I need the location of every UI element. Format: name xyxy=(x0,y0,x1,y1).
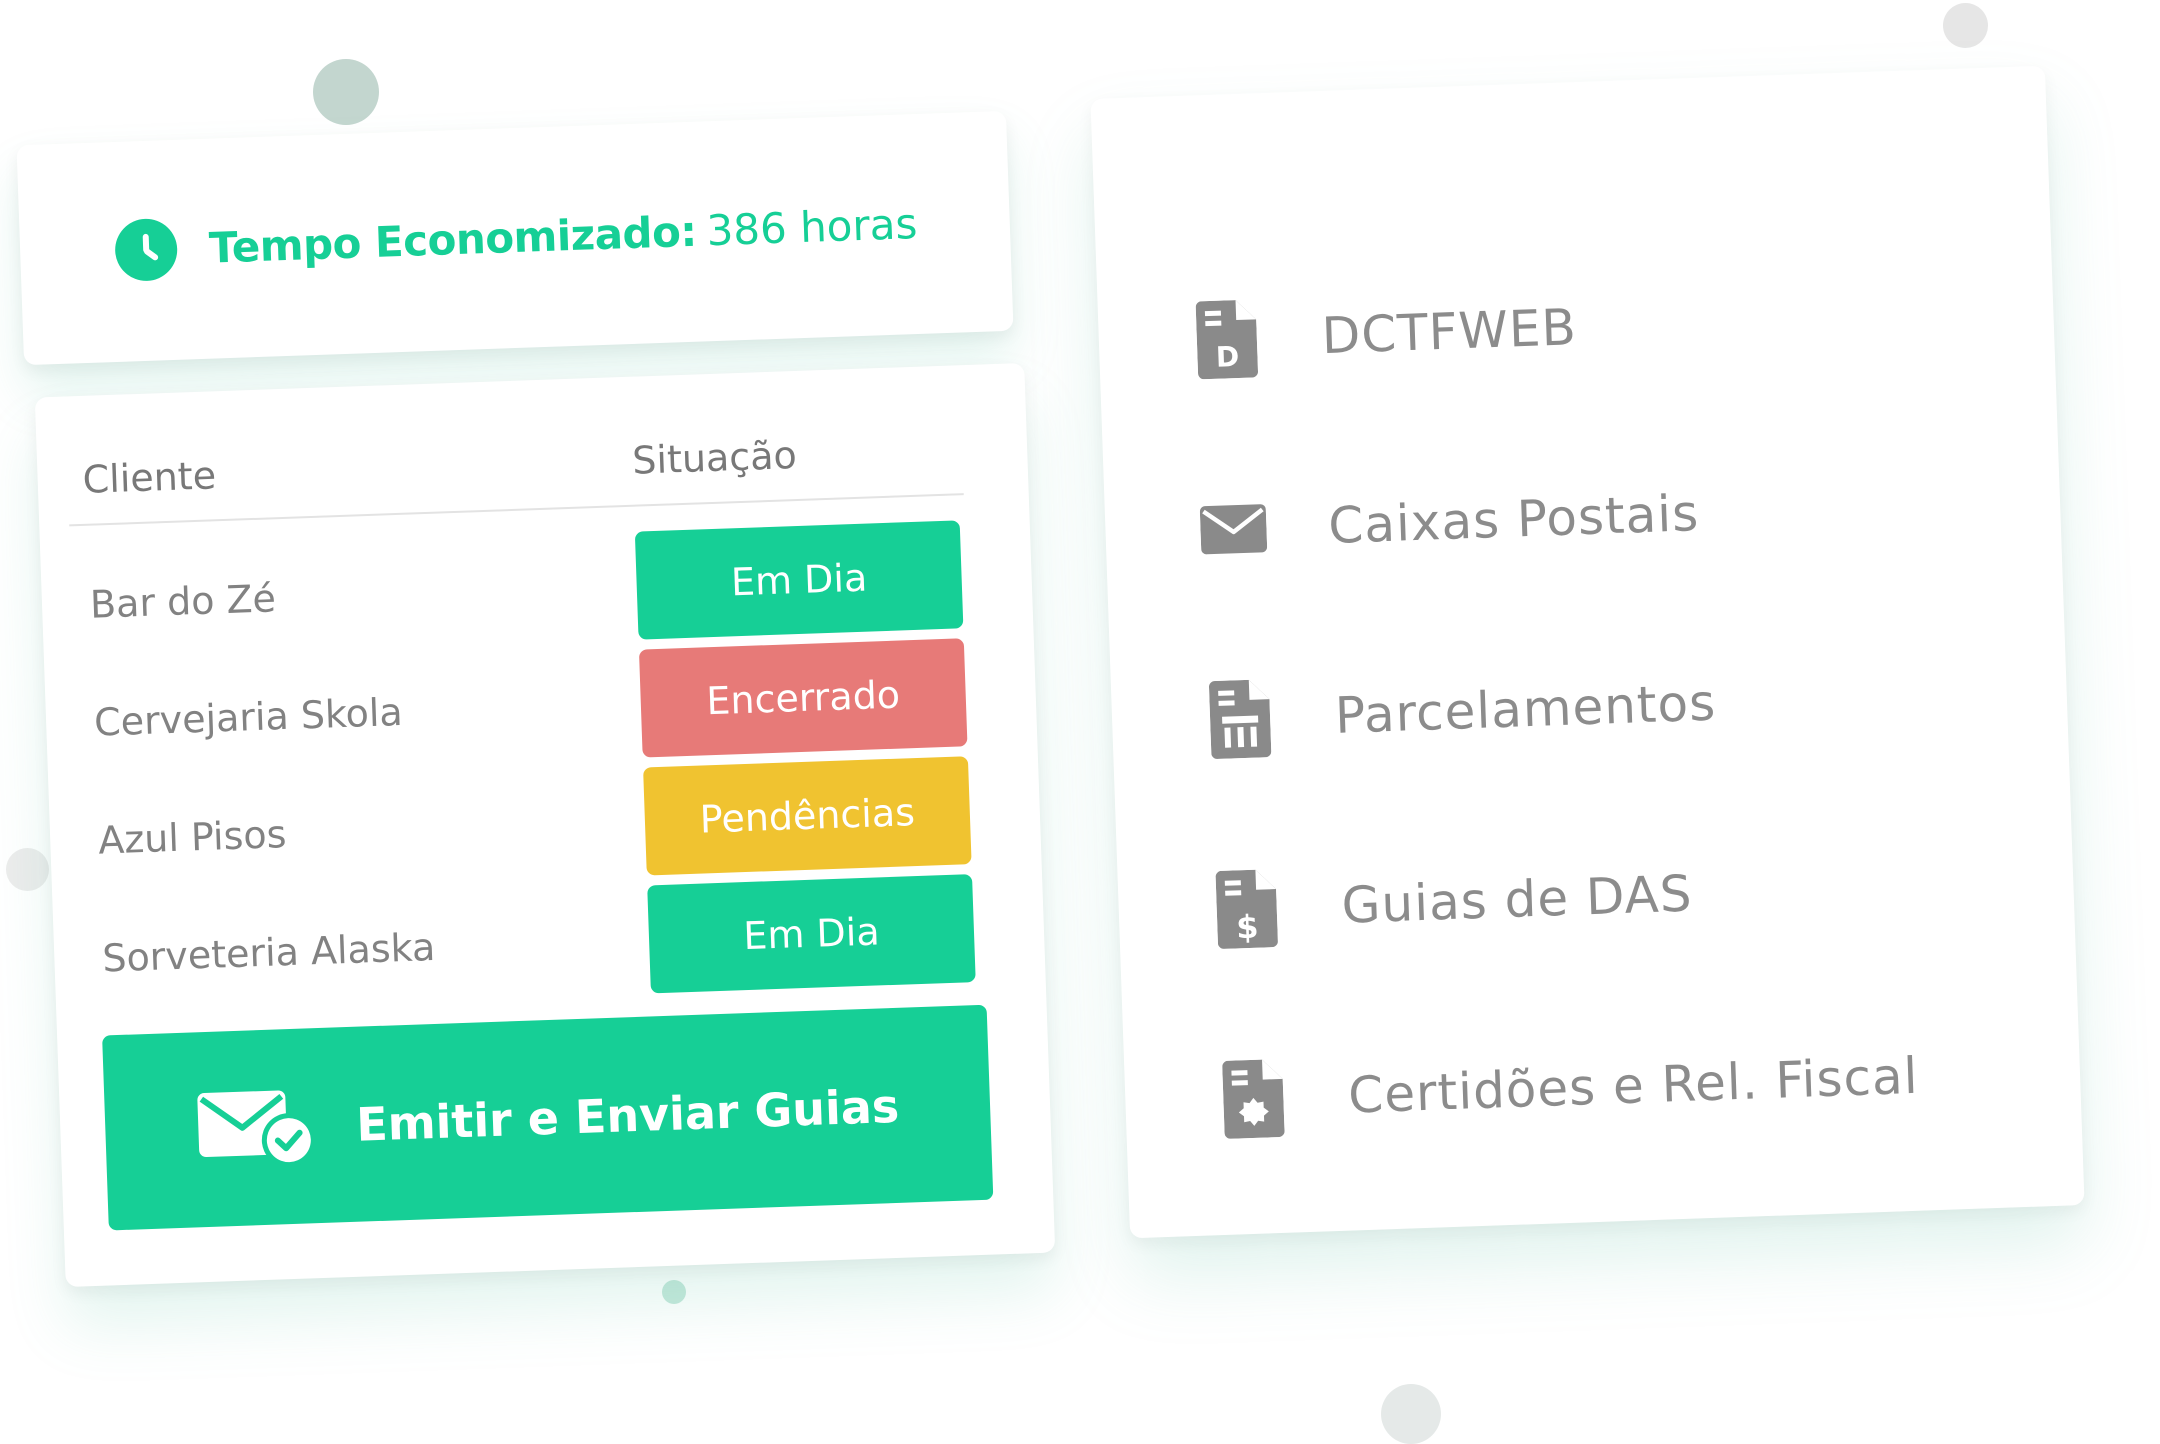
document-seal-icon xyxy=(1219,1058,1288,1140)
client-name: Cervejaria Skola xyxy=(93,689,404,745)
svg-text:$: $ xyxy=(1236,908,1260,947)
client-name: Bar do Zé xyxy=(89,576,277,627)
emit-send-guides-button[interactable]: Emitir e Enviar Guias xyxy=(102,1004,994,1231)
service-label: Parcelamentos xyxy=(1334,673,1718,745)
status-badge[interactable]: Pendências xyxy=(643,756,972,876)
decorative-dot xyxy=(313,59,379,125)
service-item-parcelamentos[interactable]: Parcelamentos xyxy=(1204,601,1909,815)
status-badge[interactable]: Encerrado xyxy=(638,638,968,758)
time-saved-label: Tempo Economizado: xyxy=(208,206,698,273)
services-card: D DCTFWEB Caixas Postais Parcelamentos $… xyxy=(1090,65,2085,1239)
column-header-client: Cliente xyxy=(81,453,217,502)
client-name: Azul Pisos xyxy=(97,812,288,863)
client-name: Sorveteria Alaska xyxy=(101,924,436,981)
service-label: Guias de DAS xyxy=(1340,864,1694,935)
clients-card: Cliente Situação Bar do Zé Em Dia Cervej… xyxy=(34,362,1056,1288)
document-dollar-icon: $ xyxy=(1212,868,1281,950)
service-item-dctfweb[interactable]: D DCTFWEB xyxy=(1191,221,1896,435)
decorative-dot xyxy=(1943,3,1988,48)
clock-icon xyxy=(114,217,179,282)
emit-send-guides-label: Emitir e Enviar Guias xyxy=(355,1078,901,1152)
svg-text:D: D xyxy=(1215,340,1239,374)
time-saved-card: Tempo Economizado: 386 horas xyxy=(16,110,1014,366)
service-label: DCTFWEB xyxy=(1320,298,1578,366)
service-item-guias-das[interactable]: $ Guias de DAS xyxy=(1210,791,1915,1005)
services-list: D DCTFWEB Caixas Postais Parcelamentos $… xyxy=(1191,221,1922,1195)
mail-check-icon xyxy=(195,1083,320,1173)
status-badge[interactable]: Em Dia xyxy=(634,520,964,640)
service-label: Certidões e Rel. Fiscal xyxy=(1347,1046,1920,1125)
document-bars-icon xyxy=(1206,678,1275,760)
time-saved-row: Tempo Economizado: 386 horas xyxy=(114,192,918,282)
service-label: Caixas Postais xyxy=(1327,484,1701,555)
document-d-icon: D xyxy=(1192,298,1261,380)
clients-list: Bar do Zé Em Dia Cervejaria Skola Encerr… xyxy=(80,515,976,1017)
column-header-status: Situação xyxy=(631,433,798,483)
decorative-dot xyxy=(1381,1384,1441,1444)
status-badge[interactable]: Em Dia xyxy=(647,874,976,994)
decorative-dot xyxy=(662,1280,686,1304)
service-item-caixas-postais[interactable]: Caixas Postais xyxy=(1197,411,1902,625)
envelope-icon xyxy=(1199,488,1268,570)
decorative-dot xyxy=(6,848,49,891)
time-saved-value: 386 horas xyxy=(705,198,919,255)
service-item-certidoes[interactable]: Certidões e Rel. Fiscal xyxy=(1217,981,1922,1195)
